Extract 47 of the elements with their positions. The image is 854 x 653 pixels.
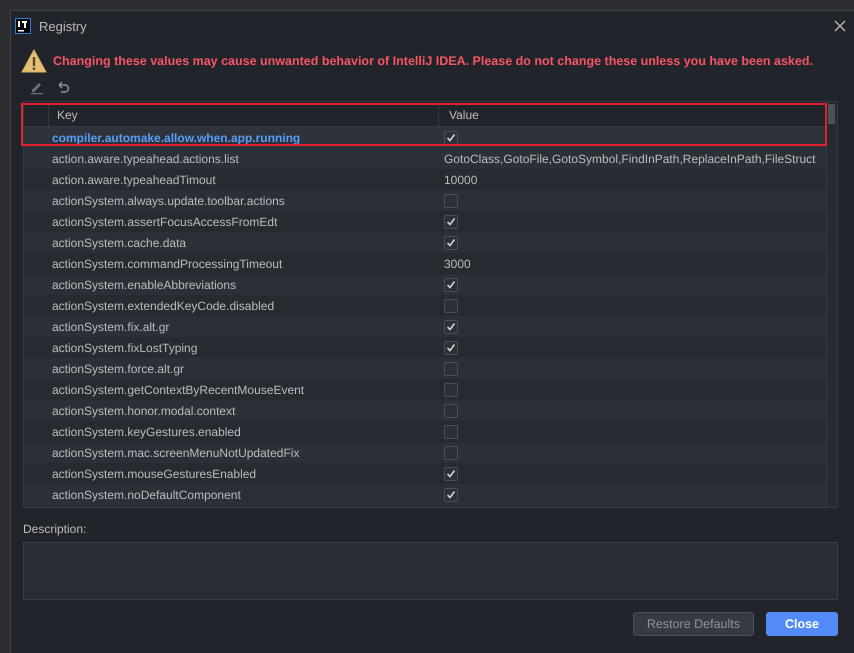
checkbox[interactable] [444, 278, 458, 292]
key-cell-text: actionSystem.commandProcessingTimeout [51, 256, 284, 270]
close-icon[interactable] [834, 20, 846, 32]
key-cell-text: actionSystem.getContextByRecentMouseEvent [51, 382, 306, 396]
value-cell: 10000 [444, 172, 478, 186]
window-title: Registry [39, 18, 88, 34]
key-cell-text: actionSystem.extendedKeyCode.disabled [51, 298, 276, 312]
column-header[interactable]: Key [48, 102, 438, 126]
checkbox[interactable] [444, 424, 458, 438]
key-cell-text: actionSystem.always.update.toolbar.actions [51, 194, 286, 208]
checkbox[interactable] [444, 298, 458, 312]
key-cell-text: actionSystem.keyGestures.enabled [51, 424, 242, 438]
checkbox[interactable] [444, 130, 458, 144]
key-cell-text: actionSystem.mouseGesturesEnabled [51, 466, 258, 480]
checkbox[interactable] [444, 362, 458, 376]
key-cell-text: actionSystem.assertFocusAccessFromEdt [51, 214, 278, 228]
value-cell: GotoClass,GotoFile,GotoSymbol,FindInPath,ReplaceInPath,FileStruct [444, 152, 816, 166]
key-cell-text: action.aware.typeahead.actions.list [51, 152, 240, 166]
checkbox[interactable] [444, 446, 458, 460]
restore-defaults-button[interactable]: Restore Defaults [632, 612, 754, 636]
key-cell-text: actionSystem.enableAbbreviations [51, 278, 238, 292]
checkbox[interactable] [444, 488, 458, 502]
key-cell-text: actionSystem.force.alt.gr [51, 362, 186, 376]
warning-icon [21, 49, 47, 73]
value-cell: 3000 [444, 256, 471, 270]
checkbox[interactable] [444, 340, 458, 354]
key-cell-text: actionSystem.noDefaultComponent [51, 488, 242, 502]
key-cell-text: actionSystem.fixLostTyping [51, 340, 198, 354]
checkbox[interactable] [444, 194, 458, 208]
key-cell-text: actionSystem.fix.alt.gr [51, 320, 170, 334]
table-row[interactable]: compiler.automake.allow.when.app.running [24, 127, 826, 148]
checkbox[interactable] [444, 404, 458, 418]
key-cell-text: actionSystem.cache.data [51, 236, 188, 250]
app-logo-icon [15, 18, 31, 34]
checkbox[interactable] [444, 214, 458, 228]
checkbox[interactable] [444, 382, 458, 396]
scrollbar[interactable] [826, 102, 837, 507]
checkbox[interactable] [444, 236, 458, 250]
column-header[interactable]: Value [438, 102, 826, 126]
checkbox[interactable] [444, 466, 458, 480]
warning-message: Changing these values may cause unwanted behavior of IntelliJ IDEA. Please do not change these unless you have been asked. [53, 54, 813, 68]
key-cell-text: action.aware.typeaheadTimout [51, 172, 217, 186]
key-cell-text: actionSystem.honor.modal.context [51, 404, 236, 418]
checkbox[interactable] [444, 320, 458, 334]
key-cell-text: actionSystem.mac.screenMenuNotUpdatedFix [51, 446, 300, 460]
key-cell-text: compiler.automake.allow.when.app.running [51, 130, 302, 144]
description-label: Description: [23, 522, 88, 536]
